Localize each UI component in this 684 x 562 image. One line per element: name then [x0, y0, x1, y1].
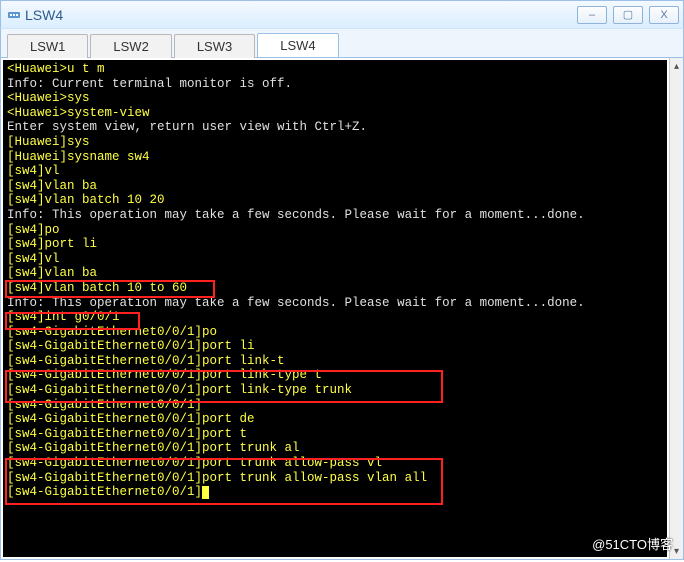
terminal-line: [sw4-GigabitEthernet0/0/1]port trunk al — [7, 441, 663, 456]
terminal-line: [sw4-GigabitEthernet0/0/1]port trunk all… — [7, 456, 663, 471]
terminal-line: [sw4-GigabitEthernet0/0/1]po — [7, 325, 663, 340]
terminal-line: <Huawei>system-view — [7, 106, 663, 121]
terminal-container: <Huawei>u t mInfo: Current terminal moni… — [0, 58, 684, 560]
terminal-line: [sw4-GigabitEthernet0/0/1]port trunk all… — [7, 471, 663, 486]
minimize-button[interactable]: – — [577, 6, 607, 24]
tab-lsw2[interactable]: LSW2 — [90, 34, 171, 58]
terminal-output[interactable]: <Huawei>u t mInfo: Current terminal moni… — [3, 60, 667, 557]
terminal-line: [sw4]vl — [7, 164, 663, 179]
tab-label: LSW2 — [113, 39, 148, 54]
window-title: LSW4 — [25, 7, 577, 23]
terminal-line: [sw4]vl — [7, 252, 663, 267]
terminal-line: [sw4-GigabitEthernet0/0/1]port de — [7, 412, 663, 427]
switch-icon — [7, 8, 21, 22]
terminal-line: [sw4-GigabitEthernet0/0/1] — [7, 398, 663, 413]
terminal-line: [sw4]vlan batch 10 20 — [7, 193, 663, 208]
minimize-icon: – — [589, 9, 595, 21]
terminal-line: <Huawei>u t m — [7, 62, 663, 77]
scroll-down-button[interactable]: ▾ — [670, 543, 683, 559]
close-icon: X — [660, 9, 667, 21]
terminal-line: <Huawei>sys — [7, 91, 663, 106]
terminal-line: [sw4-GigabitEthernet0/0/1]port link-type… — [7, 383, 663, 398]
terminal-line: [sw4]int g0/0/1 — [7, 310, 663, 325]
terminal-line: [sw4-GigabitEthernet0/0/1]port link-t — [7, 354, 663, 369]
terminal-line: [Huawei]sysname sw4 — [7, 150, 663, 165]
tab-lsw3[interactable]: LSW3 — [174, 34, 255, 58]
terminal-line: Info: This operation may take a few seco… — [7, 208, 663, 223]
chevron-down-icon: ▾ — [674, 546, 679, 557]
terminal-line: [sw4-GigabitEthernet0/0/1]port link-type… — [7, 368, 663, 383]
maximize-icon: ▢ — [623, 8, 633, 21]
terminal-line: Info: Current terminal monitor is off. — [7, 77, 663, 92]
scroll-up-button[interactable]: ▴ — [670, 58, 683, 74]
terminal-line: [sw4]port li — [7, 237, 663, 252]
tab-label: LSW1 — [30, 39, 65, 54]
terminal-line: Info: This operation may take a few seco… — [7, 296, 663, 311]
tab-lsw1[interactable]: LSW1 — [7, 34, 88, 58]
tab-label: LSW3 — [197, 39, 232, 54]
terminal-line: Enter system view, return user view with… — [7, 120, 663, 135]
window-controls: – ▢ X — [577, 6, 679, 24]
tab-strip: LSW1 LSW2 LSW3 LSW4 — [0, 28, 684, 58]
terminal-line: [sw4]po — [7, 223, 663, 238]
chevron-up-icon: ▴ — [674, 61, 679, 72]
tab-label: LSW4 — [280, 38, 315, 53]
window-titlebar: LSW4 – ▢ X — [0, 0, 684, 28]
terminal-line: [sw4]vlan ba — [7, 179, 663, 194]
tab-lsw4[interactable]: LSW4 — [257, 33, 338, 57]
vertical-scrollbar[interactable]: ▴ ▾ — [669, 58, 683, 559]
terminal-line: [sw4]vlan ba — [7, 266, 663, 281]
terminal-line: [sw4-GigabitEthernet0/0/1] — [7, 485, 663, 500]
terminal-line: [sw4-GigabitEthernet0/0/1]port t — [7, 427, 663, 442]
terminal-line: [sw4-GigabitEthernet0/0/1]port li — [7, 339, 663, 354]
terminal-line: [sw4]vlan batch 10 to 60 — [7, 281, 663, 296]
close-button[interactable]: X — [649, 6, 679, 24]
maximize-button[interactable]: ▢ — [613, 6, 643, 24]
terminal-line: [Huawei]sys — [7, 135, 663, 150]
terminal-cursor — [202, 486, 209, 499]
